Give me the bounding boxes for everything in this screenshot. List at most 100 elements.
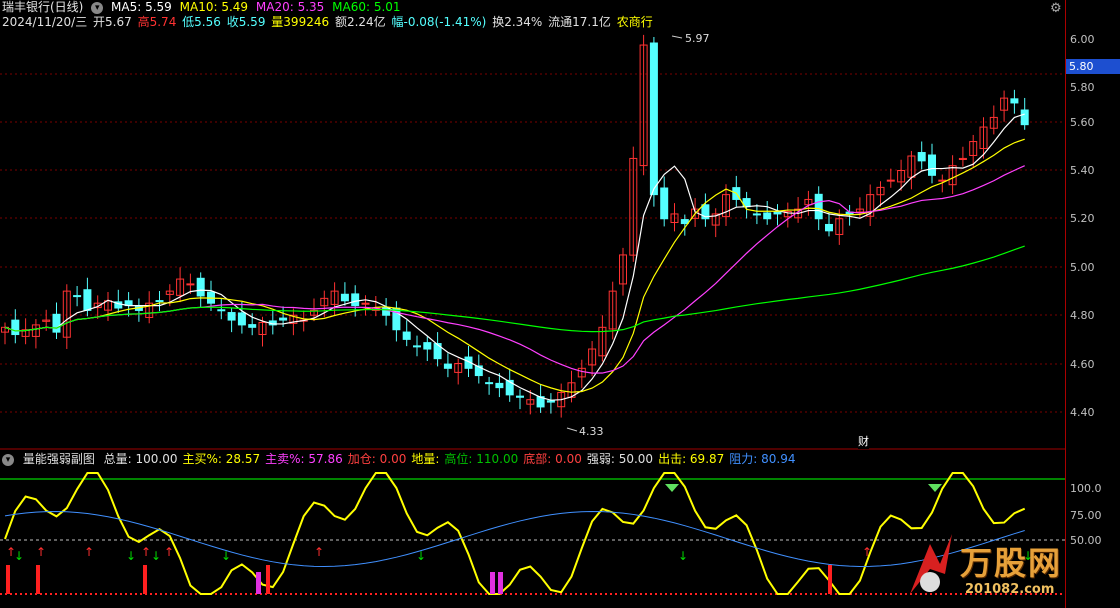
candle-body xyxy=(217,309,226,312)
buy-arrow-icon: ↑ xyxy=(36,545,46,559)
candle-body xyxy=(73,295,82,298)
buy-arrow-icon: ↑ xyxy=(141,545,151,559)
axis-label: 5.20 xyxy=(1070,212,1095,225)
logo-url: 201082.com xyxy=(965,582,1055,597)
indicator-header: ▾ 量能强弱副图 总量: 100.00 主买%: 28.57 主卖%: 57.86 加… xyxy=(0,452,806,467)
candle-body xyxy=(443,363,452,369)
axis-label: 4.80 xyxy=(1070,309,1095,322)
candle-body xyxy=(52,313,61,333)
moving-averages xyxy=(4,113,1025,401)
indicator-item: 加仓: 0.00 xyxy=(347,452,407,466)
volume-bar xyxy=(498,572,503,594)
sell-arrow-icon: ↓ xyxy=(221,549,231,563)
buy-arrow-icon: ↑ xyxy=(84,545,94,559)
sell-arrow-icon: ↓ xyxy=(126,549,136,563)
candle-body xyxy=(1020,109,1029,126)
axis-label: 5.40 xyxy=(1070,164,1095,177)
candle-body xyxy=(423,342,432,350)
axis-label: 4.60 xyxy=(1070,358,1095,371)
high-annotation: 5.97 xyxy=(671,32,710,45)
logo-text: 万股网 xyxy=(960,544,1063,582)
low-value: 低5.56 xyxy=(182,15,221,29)
indicator-item: 高位: 110.00 xyxy=(444,452,519,466)
chart-header: 瑞丰银行(日线) ▾ MA5: 5.59 MA10: 5.49 MA20: 5.… xyxy=(0,0,1065,30)
axis-label: 5.80 xyxy=(1070,81,1095,94)
axis-label: 5.00 xyxy=(1070,261,1095,274)
indicator-name[interactable]: 量能强弱副图 xyxy=(23,452,95,466)
candle-body xyxy=(11,319,20,336)
sell-arrow-icon: ↓ xyxy=(678,549,688,563)
indicator-dropdown-icon[interactable]: ▾ xyxy=(2,453,14,466)
open-value: 开5.67 xyxy=(93,15,132,29)
indicator-item: 底部: 0.00 xyxy=(523,452,582,466)
volume-spike-bar xyxy=(266,565,270,594)
ma60-value: MA60: 5.01 xyxy=(332,0,401,14)
ma-line xyxy=(4,245,1025,333)
candle-body xyxy=(763,212,772,220)
candlesticks xyxy=(1,34,1029,418)
float-value: 流通17.1亿 xyxy=(548,15,611,29)
candle-body xyxy=(886,179,895,182)
indicator-item: 主卖%: 57.86 xyxy=(265,452,343,466)
candle-body xyxy=(546,400,555,403)
dropdown-icon[interactable]: ▾ xyxy=(91,1,104,14)
axis-label: 4.40 xyxy=(1070,406,1095,419)
volume-spike-bar xyxy=(143,565,147,594)
sell-arrow-icon: ↓ xyxy=(416,549,426,563)
top-signal-icon xyxy=(928,484,942,492)
indicator-markers: ↓ ↓ ↓ ↓ ↓ ↓ ↓↑ ↑ ↑ ↑ ↑ ↑ ↑ xyxy=(6,484,1033,594)
top-signal-icon xyxy=(665,484,679,492)
high-value: 高5.74 xyxy=(137,15,177,29)
candle-body xyxy=(680,219,689,225)
candle-body xyxy=(485,382,494,385)
settings-gear-icon[interactable]: ⚙ xyxy=(1050,1,1062,16)
price-grid xyxy=(0,73,1065,413)
indicator-item: 阻力: 80.94 xyxy=(729,452,796,466)
candle-body xyxy=(402,331,411,340)
volume-spike-bar xyxy=(36,565,40,594)
candle-body xyxy=(1010,98,1019,104)
sector-label[interactable]: 农商行 xyxy=(617,15,653,29)
axis-label: 5.60 xyxy=(1070,116,1095,129)
amount-value: 额2.24亿 xyxy=(334,15,386,29)
ma20-value: MA20: 5.35 xyxy=(255,0,325,14)
change-value: 幅-0.08(-1.41%) xyxy=(391,15,487,29)
indicator-item: 强弱: 50.00 xyxy=(586,452,654,466)
high-label: 5.97 xyxy=(685,32,710,45)
turnover-value: 换2.34% xyxy=(492,15,543,29)
indicator-item: 主买%: 28.57 xyxy=(182,452,261,466)
stock-title[interactable]: 瑞丰银行(日线) xyxy=(2,0,83,14)
indicator-item: 地量: xyxy=(411,452,440,466)
indicator-item: 出击: 69.87 xyxy=(658,452,725,466)
candle-body xyxy=(227,312,236,321)
candle-body xyxy=(248,324,257,328)
volume-bar xyxy=(256,572,261,594)
sub-axis-label: 75.00 xyxy=(1070,509,1102,522)
low-annotation: 4.33 xyxy=(566,425,604,438)
strength-line xyxy=(4,472,1026,595)
buy-arrow-icon: ↑ xyxy=(6,545,16,559)
candle-body xyxy=(351,293,360,307)
candle-body xyxy=(814,193,823,220)
volume-value: 量399246 xyxy=(271,15,330,29)
ma5-value: MA5: 5.59 xyxy=(111,0,172,14)
finance-event-marker[interactable]: 财 xyxy=(858,433,869,449)
buy-arrow-icon: ↑ xyxy=(314,545,324,559)
candle-body xyxy=(516,395,524,398)
indicator-item: 总量: 100.00 xyxy=(103,452,178,466)
candle-body xyxy=(83,289,92,311)
ma-line xyxy=(4,113,1025,401)
current-price-tag: 5.80 xyxy=(1066,59,1120,74)
candle-body xyxy=(340,293,349,302)
candle-body xyxy=(773,211,782,215)
indicator-lines xyxy=(4,472,1026,595)
sub-axis-label: 50.00 xyxy=(1070,534,1102,547)
candle-body xyxy=(649,42,658,196)
low-label: 4.33 xyxy=(579,425,604,438)
candle-body xyxy=(155,300,164,303)
candle-body xyxy=(660,187,669,220)
buy-arrow-icon: ↑ xyxy=(862,545,872,559)
candle-body xyxy=(279,317,288,321)
candle-body xyxy=(237,312,246,326)
kline-chart[interactable]: ↓ ↓ ↓ ↓ ↓ ↓ ↓↑ ↑ ↑ ↑ ↑ ↑ ↑ 5.97 4.33 xyxy=(0,0,1065,608)
